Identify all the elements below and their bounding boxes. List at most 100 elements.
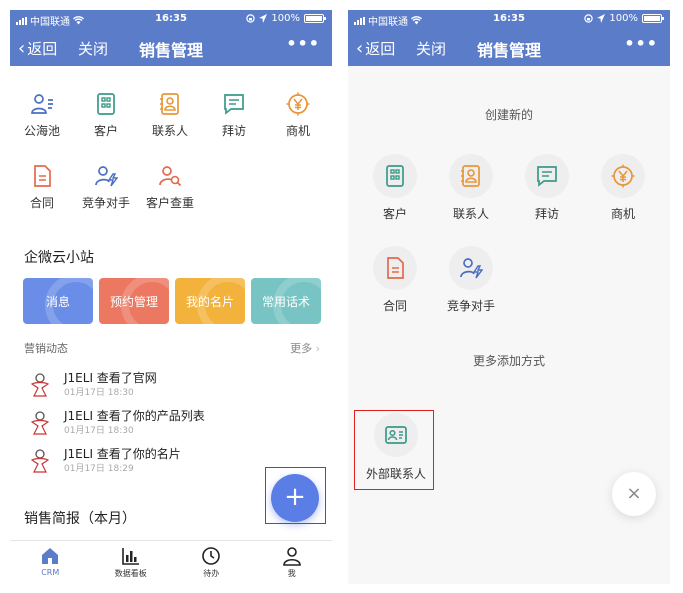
create-label: 客户 [382,207,407,221]
chevron-left-icon: ‹ [356,37,364,59]
app-grid-row-2: 合同 竞争对手 客户查重 [10,164,332,211]
yen-coin-icon [286,92,310,116]
create-new-title: 创建新的 [484,108,533,122]
create-customer[interactable]: 客户 [357,154,433,222]
rival-icon [95,166,118,187]
app-label: 商机 [285,124,310,138]
tab-label: 我 [287,569,296,578]
tile-my-card[interactable]: 我的名片 [175,278,245,324]
create-contact[interactable]: 联系人 [433,154,509,222]
tab-dashboard[interactable]: 数据看板 [91,541,172,584]
back-button[interactable]: ‹ 返回 [356,38,395,59]
create-label: 联系人 [452,207,489,221]
app-visit[interactable]: 拜访 [202,92,266,139]
person-icon [282,547,301,566]
app-contract[interactable]: 合同 [10,164,74,211]
feed-item[interactable]: J1ELI 查看了官网 01月17日 18:30 [28,369,318,403]
create-label: 合同 [382,299,407,313]
battery-percent: 100% [609,13,638,24]
navbar: ‹ 返回 关闭 销售管理 ••• [10,28,332,66]
feed-text: J1ELI 查看了你的产品列表 [64,409,205,423]
yen-coin-icon [611,164,635,188]
home-icon [42,548,59,564]
app-contacts[interactable]: 联系人 [138,92,202,139]
feed-title: 营销动态 [24,342,68,355]
app-customer-dedupe[interactable]: 客户查重 [138,164,202,211]
page-title: 销售管理 [138,41,203,60]
avatar [30,449,50,473]
tile-messages[interactable]: 消息 [23,278,93,324]
feed-more-link[interactable]: 更多 › [290,340,320,356]
avatar [30,411,50,435]
create-competitor[interactable]: 竞争对手 [433,246,509,314]
rival-icon [460,258,483,279]
create-label: 竞争对手 [446,299,495,313]
more-menu-button[interactable]: ••• [286,34,320,53]
app-opportunity[interactable]: 商机 [266,92,330,139]
create-label: 商机 [610,207,635,221]
person-search-icon [159,166,182,187]
navbar: ‹ 返回 关闭 销售管理 ••• [348,28,670,66]
tab-todo[interactable]: 待办 [171,541,252,584]
page-title: 销售管理 [476,41,541,60]
close-button[interactable]: 关闭 [416,38,446,59]
app-label: 竞争对手 [81,196,130,210]
app-label: 公海池 [23,124,60,138]
tab-label: 待办 [203,569,220,578]
tile-common-phrases[interactable]: 常用话术 [251,278,321,324]
bar-chart-icon [121,548,139,565]
app-label: 联系人 [151,124,188,138]
status-bar: 中国联通 16:35 100% [348,10,670,28]
clock-icon [202,547,221,565]
feed-header: 营销动态 更多 › [24,340,320,356]
feed-text: J1ELI 查看了你的名片 [64,447,181,461]
chat-icon [224,94,244,115]
tab-label: CRM [41,568,60,577]
close-button[interactable]: 关闭 [78,38,108,59]
app-customer[interactable]: 客户 [74,92,138,139]
document-icon [387,257,404,279]
phone-screen-create-menu: 中国联通 16:35 100% ‹ 返回 关闭 销售管理 ••• 创建新的 客户… [348,10,670,584]
contact-card-icon [160,93,179,115]
tile-appointments[interactable]: 预约管理 [99,278,169,324]
tab-crm[interactable]: CRM [10,541,91,584]
app-label: 合同 [29,196,54,210]
site-tiles: 消息 预约管理 我的名片 常用话术 [23,278,321,324]
close-menu-button[interactable]: × [612,472,656,516]
location-icon [259,14,268,23]
chevron-right-icon: › [315,342,320,355]
building-icon [386,165,404,187]
avatar [30,373,50,397]
contact-card-icon [461,165,480,187]
app-grid-row-1: 公海池 客户 联系人 拜访 商机 [10,92,332,139]
create-opportunity[interactable]: 商机 [585,154,661,222]
highlight-box [265,467,326,524]
back-button[interactable]: ‹ 返回 [18,38,57,59]
chevron-left-icon: ‹ [18,37,26,59]
app-public-pool[interactable]: 公海池 [10,92,74,139]
lock-rotation-icon [584,14,594,23]
create-contract[interactable]: 合同 [357,246,433,314]
tab-label: 数据看板 [114,569,147,578]
more-add-methods-title: 更多添加方式 [472,354,545,368]
feed-text: J1ELI 查看了官网 [64,371,157,385]
feed-date: 01月17日 18:29 [64,464,134,474]
create-visit[interactable]: 拜访 [509,154,585,222]
battery-percent: 100% [271,13,300,24]
more-menu-button[interactable]: ••• [624,34,658,53]
create-grid-row-2: 合同 竞争对手 [348,246,670,314]
app-label: 客户 [93,124,118,138]
app-competitor[interactable]: 竞争对手 [74,164,138,211]
report-section-title: 销售简报（本月） [24,511,136,527]
site-section-title: 企微云小站 [24,250,94,266]
back-label: 返回 [27,40,58,58]
location-icon [597,14,606,23]
feed-date: 01月17日 18:30 [64,388,134,398]
battery-icon [304,14,326,23]
feed-item[interactable]: J1ELI 查看了你的产品列表 01月17日 18:30 [28,407,318,441]
lock-rotation-icon [246,14,256,23]
phone-screen-sales-home: 中国联通 16:35 100% ‹ 返回 关闭 销售管理 ••• 公海池 客户 [10,10,332,584]
tab-me[interactable]: 我 [252,541,333,584]
feed-date: 01月17日 18:30 [64,426,134,436]
create-grid-row-1: 客户 联系人 拜访 商机 [348,154,670,222]
